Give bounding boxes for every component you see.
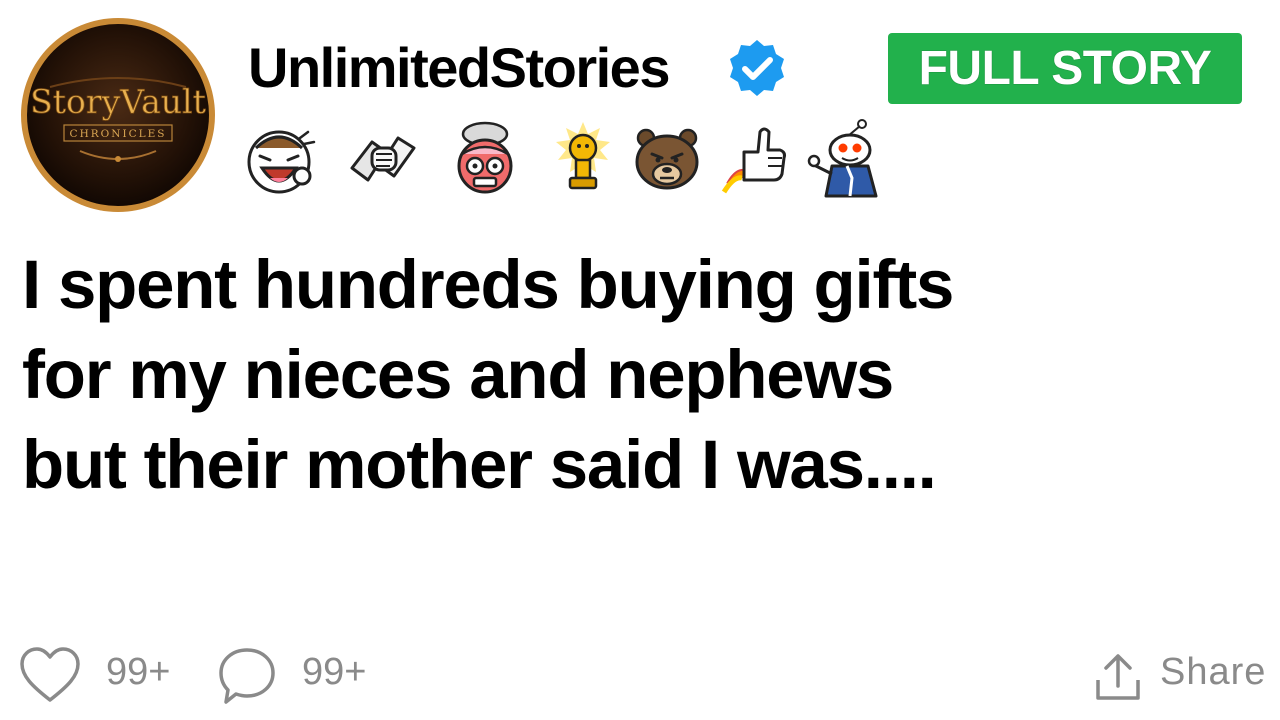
bear-face-award-icon xyxy=(626,118,708,200)
verified-badge-icon xyxy=(726,37,788,99)
awards-row xyxy=(238,118,898,200)
heart-icon[interactable] xyxy=(18,646,82,709)
comment-count: 99+ xyxy=(302,651,367,693)
avatar-subtitle-text: CHRONICLES xyxy=(70,128,167,140)
handshake-award-icon xyxy=(342,118,424,200)
channel-avatar[interactable]: StoryVault CHRONICLES xyxy=(20,17,216,213)
headline-line-1: I spent hundreds buying gifts xyxy=(22,246,954,323)
headline-line-3: but their mother said I was.... xyxy=(22,426,937,503)
mind-blown-award-icon xyxy=(444,118,526,200)
full-story-badge[interactable]: FULL STORY xyxy=(888,33,1242,104)
gold-trophy-award-icon xyxy=(542,118,624,200)
share-button[interactable]: Share xyxy=(1160,650,1266,694)
rocket-thumbs-up-award-icon xyxy=(714,118,796,200)
username[interactable]: UnlimitedStories xyxy=(248,36,670,100)
post-headline: I spent hundreds buying gifts for my nie… xyxy=(22,240,1262,510)
avatar-title-text: StoryVault xyxy=(30,82,206,121)
headline-line-2: for my nieces and nephews xyxy=(22,336,894,413)
post-actions-bar: 99+ 99+ Share xyxy=(0,630,1280,720)
comment-icon[interactable] xyxy=(216,646,278,711)
like-count: 99+ xyxy=(106,651,171,693)
share-icon[interactable] xyxy=(1094,652,1142,707)
snoo-pointing-award-icon xyxy=(806,118,888,200)
laughing-face-award-icon xyxy=(238,118,320,200)
